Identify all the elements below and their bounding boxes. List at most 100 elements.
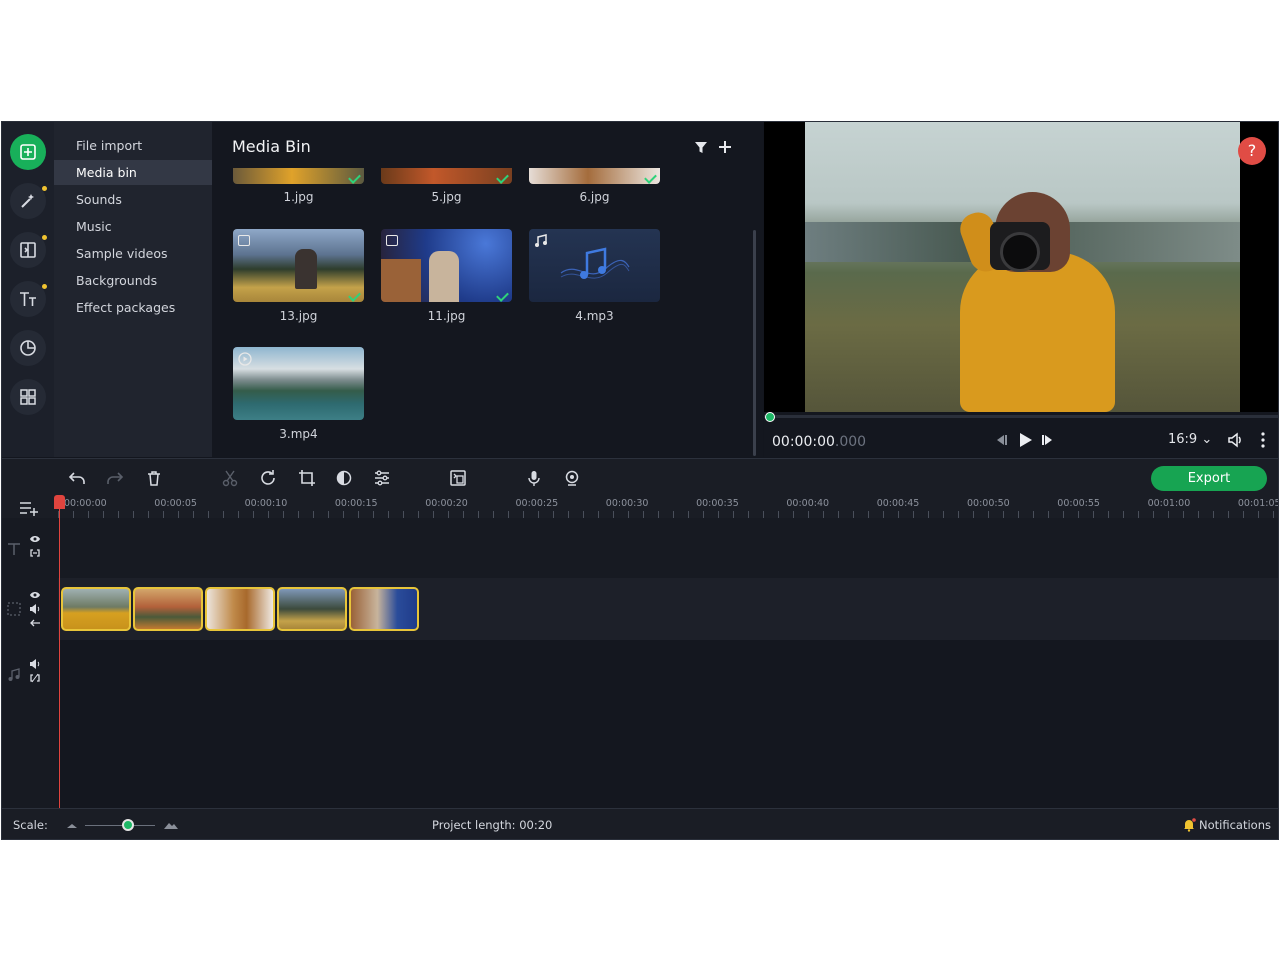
- clip-properties-icon[interactable]: [373, 469, 391, 487]
- titles-tab-button[interactable]: [10, 281, 47, 317]
- eye-icon[interactable]: [29, 590, 41, 600]
- used-check-icon: [348, 171, 361, 184]
- media-thumb-3-video[interactable]: [233, 347, 364, 420]
- timeline-clip[interactable]: [61, 587, 131, 631]
- color-adjust-icon[interactable]: [335, 469, 353, 487]
- step-forward-icon[interactable]: [1039, 431, 1057, 449]
- media-thumb-11[interactable]: [381, 229, 512, 302]
- delete-icon[interactable]: [145, 469, 163, 487]
- link-icon[interactable]: [29, 548, 41, 558]
- more-tools-tab-button[interactable]: [10, 379, 46, 415]
- transitions-tab-button[interactable]: [10, 232, 47, 268]
- speaker-icon[interactable]: [29, 604, 41, 614]
- speaker-icon[interactable]: [29, 659, 41, 669]
- category-sounds[interactable]: Sounds: [54, 187, 212, 212]
- rotate-icon[interactable]: [259, 469, 277, 487]
- house-shape: [381, 259, 421, 302]
- import-tab-button[interactable]: [10, 134, 46, 170]
- help-button[interactable]: ?: [1238, 137, 1266, 165]
- undo-icon[interactable]: [68, 469, 86, 487]
- timecode-ms: .000: [834, 434, 867, 450]
- scale-slider-handle[interactable]: [122, 819, 134, 831]
- media-bin-title: Media Bin: [232, 137, 311, 156]
- tool-rail: [2, 122, 54, 457]
- video-preview: ?: [764, 122, 1278, 412]
- category-file-import[interactable]: File import: [54, 133, 212, 158]
- status-bar: Scale: Project length: 00:20 Notificatio…: [2, 808, 1278, 839]
- timeline-ruler[interactable]: 00:00:00 00:00:05 00:00:10 00:00:15 00:00:20…: [2, 498, 1279, 518]
- preview-seekbar[interactable]: [764, 415, 1278, 418]
- notifications-button[interactable]: Notifications: [1199, 818, 1271, 832]
- zoom-in-icon[interactable]: [163, 819, 179, 831]
- ruler-label: 00:01:05: [1237, 498, 1279, 509]
- media-thumb-6[interactable]: [529, 168, 660, 184]
- timeline-clip[interactable]: [277, 587, 347, 631]
- category-backgrounds[interactable]: Backgrounds: [54, 268, 212, 293]
- new-indicator: [42, 284, 47, 289]
- chevron-down-icon: ⌄: [1201, 432, 1213, 447]
- media-thumb-1[interactable]: [233, 168, 364, 184]
- play-icon[interactable]: [1016, 431, 1034, 449]
- cut-icon[interactable]: [221, 469, 239, 487]
- unlink-icon[interactable]: [29, 673, 41, 683]
- magic-wand-icon: [21, 194, 34, 208]
- transition-icon: [20, 242, 36, 258]
- overlay-icon[interactable]: [449, 469, 467, 487]
- export-button[interactable]: Export: [1151, 466, 1267, 491]
- webcam-icon[interactable]: [563, 469, 581, 487]
- ruler-label: 00:00:15: [334, 498, 378, 509]
- audio-track-lane[interactable]: [58, 640, 1278, 808]
- timeline-tracks: [2, 518, 1278, 808]
- crop-icon[interactable]: [298, 469, 316, 487]
- grid-icon: [20, 389, 36, 405]
- add-media-icon[interactable]: [716, 138, 734, 156]
- ruler-label: 00:00:30: [605, 498, 649, 509]
- filter-icon[interactable]: [692, 138, 710, 156]
- playhead-line[interactable]: [59, 500, 60, 808]
- stickers-tab-button[interactable]: [10, 330, 46, 366]
- media-thumb-4-audio[interactable]: [529, 229, 660, 302]
- eye-icon[interactable]: [29, 534, 41, 544]
- microphone-icon[interactable]: [525, 469, 543, 487]
- timeline-clip[interactable]: [133, 587, 203, 631]
- redo-icon[interactable]: [106, 469, 124, 487]
- used-check-icon: [644, 171, 657, 184]
- image-badge-icon: [238, 235, 250, 246]
- step-back-icon[interactable]: [992, 431, 1010, 449]
- more-options-icon[interactable]: [1254, 431, 1272, 449]
- category-media-bin[interactable]: Media bin: [54, 160, 212, 185]
- import-categories: File import Media bin Sounds Music Sampl…: [54, 122, 212, 457]
- media-bin-scrollbar[interactable]: [753, 230, 756, 456]
- video-track-lane[interactable]: [58, 578, 1278, 640]
- arrow-left-icon[interactable]: [29, 618, 41, 628]
- seek-handle[interactable]: [765, 412, 775, 422]
- category-music[interactable]: Music: [54, 214, 212, 239]
- hikers-figure: [295, 249, 317, 289]
- category-effect-packages[interactable]: Effect packages: [54, 295, 212, 320]
- scale-slider-track[interactable]: [85, 825, 155, 826]
- media-label: 6.jpg: [579, 190, 610, 204]
- ruler-label: 00:00:40: [786, 498, 830, 509]
- bell-icon: [1184, 818, 1196, 832]
- ruler-label: 00:00:00: [64, 498, 107, 509]
- category-sample-videos[interactable]: Sample videos: [54, 241, 212, 266]
- media-thumb-5[interactable]: [381, 168, 512, 184]
- volume-icon[interactable]: [1227, 431, 1245, 449]
- new-indicator: [42, 186, 47, 191]
- timeline-clip[interactable]: [205, 587, 275, 631]
- project-length: Project length: 00:20: [432, 818, 553, 832]
- sweater-figure: [960, 252, 1115, 412]
- media-bin-panel: Media Bin 1.jpg 5.jpg 6.jpg 13.jpg 11.jp…: [212, 122, 763, 457]
- zoom-out-icon[interactable]: [66, 820, 78, 830]
- playhead-handle[interactable]: [54, 495, 65, 509]
- audio-track-icon: [8, 668, 20, 681]
- effects-tab-button[interactable]: [10, 183, 47, 219]
- timeline-toolbar: Export: [2, 458, 1278, 498]
- aspect-ratio-dropdown[interactable]: 16:9 ⌄: [1168, 432, 1212, 447]
- ruler-label: 00:00:05: [154, 498, 197, 509]
- media-thumb-13[interactable]: [233, 229, 364, 302]
- text-track-lane[interactable]: [58, 518, 1278, 578]
- new-indicator: [42, 235, 47, 240]
- add-track-icon[interactable]: [19, 500, 39, 516]
- timeline-clip[interactable]: [349, 587, 419, 631]
